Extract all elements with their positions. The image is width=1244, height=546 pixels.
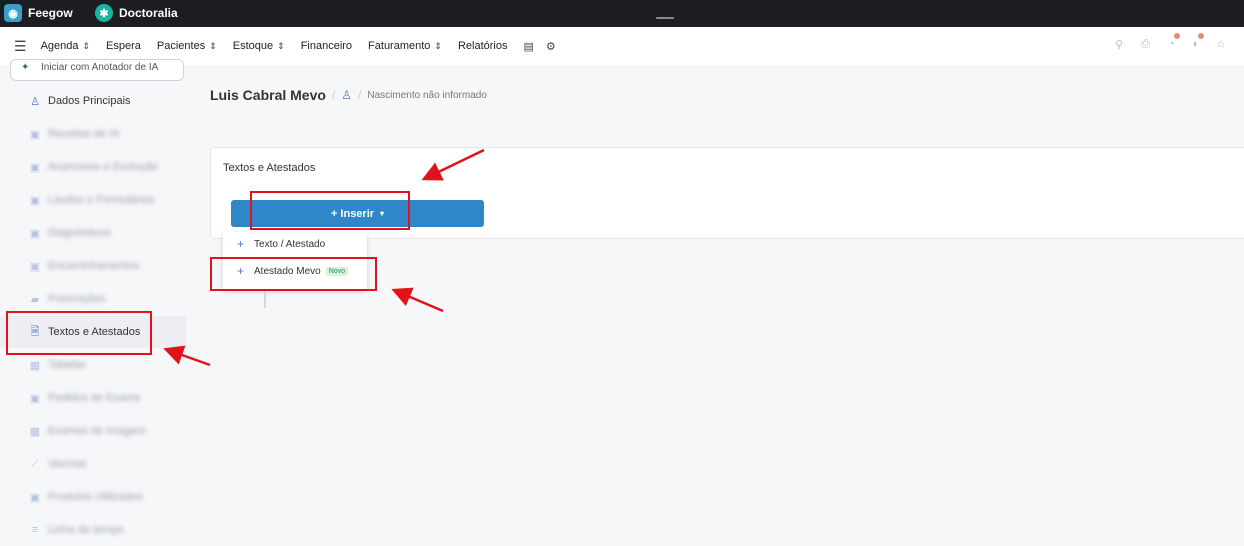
menu-item-texto-atestado[interactable]: + Texto / Atestado <box>223 232 367 256</box>
menu-label: Estoque <box>232 40 274 52</box>
annotation-arrows <box>163 148 485 367</box>
highlight-box-sidebar <box>6 311 152 355</box>
menu-relatorios[interactable]: Relatórios <box>458 40 508 52</box>
chevron-updown-icon: ⇕ <box>277 41 285 51</box>
menu-label: Faturamento <box>368 40 431 52</box>
arrow-to-mevo <box>391 287 444 313</box>
image-icon: ▩ <box>29 425 41 438</box>
table-icon: ▦ <box>29 359 41 372</box>
document-icon: ▣ <box>29 194 41 207</box>
sidebar-item-label: Prescrições <box>48 293 106 305</box>
sidebar-item-exames-imagem[interactable]: ▩ Exames de Imagem <box>0 415 186 447</box>
breadcrumb: Luis Cabral Mevo / ♙ / Nascimento não in… <box>210 87 487 103</box>
messages-icon[interactable]: ◐ <box>1193 33 1205 51</box>
highlight-box-insert <box>250 191 410 230</box>
menu-pacientes[interactable]: Pacientes ⇕ <box>157 40 217 52</box>
top-bar: ◉ Feegow ✱ Doctoralia <box>0 0 1244 27</box>
sidebar-item-label: Pedidos de Exame <box>48 392 141 404</box>
patient-name[interactable]: Luis Cabral Mevo <box>210 87 326 103</box>
sidebar-item-diagnosticos[interactable]: ▣ Diagnósticos <box>0 217 186 249</box>
menu-espera[interactable]: Espera <box>106 40 141 52</box>
menu-label: Pacientes <box>156 40 206 52</box>
notification-dot <box>1173 33 1180 39</box>
menu-label: Espera <box>106 40 141 52</box>
breadcrumb-separator: / <box>358 88 362 102</box>
sidebar-item-label: Anamnese e Evolução <box>48 161 159 173</box>
sidebar-item-laudos[interactable]: ▣ Laudos e Formulários <box>0 184 186 216</box>
menu-faturamento[interactable]: Faturamento ⇕ <box>368 40 442 52</box>
sidebar-item-label: Laudos e Formulários <box>48 194 155 206</box>
tab-label: Doctoralia <box>119 6 178 20</box>
document-icon: ▣ <box>29 227 41 240</box>
header-actions: ⚲ ⎙ ◔ ◐ ⌂ <box>1115 33 1224 51</box>
syringe-icon: ⟋ <box>31 457 39 470</box>
sidebar-item-label: Vacinas <box>48 458 87 470</box>
menu-estoque[interactable]: Estoque ⇕ <box>233 40 285 52</box>
sidebar-item-dados-principais[interactable]: ♙ Dados Principais <box>0 85 186 117</box>
document-icon: ▣ <box>29 260 41 273</box>
box-icon: ▣ <box>29 491 41 504</box>
database-icon[interactable]: ▤ <box>524 40 534 53</box>
sidebar-item-label: Receitas de IA <box>48 128 120 140</box>
sidebar-item-vacinas[interactable]: ⟋ Vacinas <box>0 448 186 480</box>
sidebar-item-encaminhamentos[interactable]: ▣ Encaminhamentos <box>0 250 186 282</box>
user-menu-icon[interactable]: ⌂ <box>1217 38 1224 51</box>
menu-label: Relatórios <box>457 40 508 52</box>
main-menu: ☰ Agenda ⇕ Espera Pacientes ⇕ Estoque ⇕ Fin… <box>0 27 1244 65</box>
pill-icon: ▰ <box>30 293 40 306</box>
ai-annotator-button[interactable]: ✦ Iniciar com Anotador de IA <box>10 59 184 81</box>
sparkle-icon: ✦ <box>21 62 30 73</box>
menu-item-label: Texto / Atestado <box>254 238 326 250</box>
link-icon[interactable]: ⚲ <box>1115 38 1123 51</box>
menu-agenda[interactable]: Agenda ⇕ <box>41 40 90 52</box>
sidebar-item-linha-tempo[interactable]: ≡ Linha do tempo <box>0 514 186 546</box>
doctoralia-logo-icon: ✱ <box>95 4 113 22</box>
tab-feegow[interactable]: ◉ Feegow <box>4 3 73 23</box>
menu-financeiro[interactable]: Financeiro <box>301 40 352 52</box>
window-grip[interactable] <box>656 17 674 19</box>
user-icon: ♙ <box>341 88 353 102</box>
timeline-icon: ≡ <box>31 524 39 536</box>
chevron-updown-icon: ⇕ <box>434 41 442 51</box>
user-icon: ♙ <box>30 95 40 108</box>
sidebar-item-label: Dados Principais <box>48 95 131 107</box>
feegow-logo-icon: ◉ <box>4 4 22 22</box>
tab-label: Feegow <box>28 6 73 20</box>
menu-label: Financeiro <box>300 40 353 52</box>
sidebar-item-receitas-ia[interactable]: ▣ Receitas de IA <box>0 118 186 150</box>
sidebar-item-label: Linha do tempo <box>48 524 124 536</box>
breadcrumb-separator: / <box>331 88 336 102</box>
hamburger-menu-icon[interactable]: ☰ <box>14 38 27 55</box>
notification-dot <box>1198 33 1205 39</box>
chevron-updown-icon: ⇕ <box>209 41 217 51</box>
notifications-icon[interactable]: ◔ <box>1168 33 1180 51</box>
sidebar-item-label: Tabelas <box>48 359 86 371</box>
sidebar-item-pedidos-exame[interactable]: ▣ Pedidos de Exame <box>0 382 186 414</box>
ai-annotator-label: Iniciar com Anotador de IA <box>41 62 159 73</box>
sidebar-item-label: Exames de Imagem <box>48 425 146 437</box>
divider <box>264 290 266 308</box>
document-icon: ▣ <box>29 392 41 405</box>
settings-icon[interactable]: ⚙ <box>546 40 556 53</box>
highlight-box-mevo <box>210 257 377 291</box>
chevron-updown-icon: ⇕ <box>82 41 91 51</box>
sidebar-item-produtos[interactable]: ▣ Produtos Utilizados <box>0 481 186 513</box>
sidebar-item-anamnese[interactable]: ▣ Anamnese e Evolução <box>0 151 186 183</box>
sidebar-item-label: Produtos Utilizados <box>48 491 143 503</box>
menu-label: Agenda <box>40 40 79 52</box>
patient-sidebar: ✦ Iniciar com Anotador de IA ♙ Dados Prin… <box>0 59 186 536</box>
print-icon[interactable]: ⎙ <box>1141 38 1150 51</box>
document-icon: ▣ <box>29 128 41 141</box>
sidebar-item-label: Encaminhamentos <box>48 260 140 272</box>
sidebar-item-label: Diagnósticos <box>48 227 111 239</box>
card-title: Textos e Atestados <box>223 162 316 174</box>
plus-icon: + <box>237 237 245 251</box>
document-icon: ▣ <box>29 161 41 174</box>
birth-date-text: Nascimento não informado <box>367 89 487 101</box>
tab-doctoralia[interactable]: ✱ Doctoralia <box>95 3 178 23</box>
